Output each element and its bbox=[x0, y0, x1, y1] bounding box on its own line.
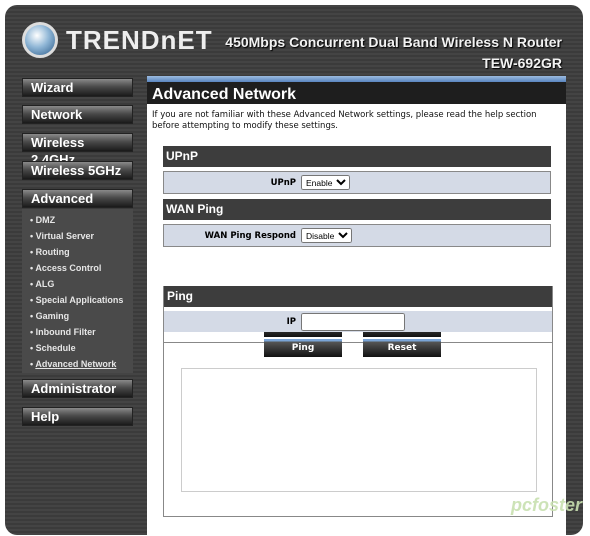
globe-icon bbox=[22, 22, 58, 58]
upnp-select[interactable]: Enable bbox=[301, 175, 350, 190]
submenu-special-applications[interactable]: Special Applications bbox=[22, 292, 133, 308]
submenu-advanced-network[interactable]: Advanced Network bbox=[22, 356, 133, 372]
model-number: TEW-692GR bbox=[482, 55, 562, 71]
ping-output[interactable] bbox=[181, 368, 537, 492]
wan-ping-select[interactable]: Disable bbox=[301, 228, 352, 243]
submenu-alg[interactable]: ALG bbox=[22, 276, 133, 292]
ping-button[interactable]: Ping bbox=[264, 339, 342, 357]
page-title: Advanced Network bbox=[147, 82, 566, 104]
ping-section: Ping IP Ping Reset bbox=[163, 286, 553, 517]
submenu-schedule[interactable]: Schedule bbox=[22, 340, 133, 356]
nav-wizard[interactable]: Wizard bbox=[22, 78, 133, 97]
product-name: 450Mbps Concurrent Dual Band Wireless N … bbox=[225, 34, 562, 50]
ping-reset-button[interactable]: Reset bbox=[363, 339, 441, 357]
ping-header: Ping bbox=[164, 286, 552, 307]
nav-network[interactable]: Network bbox=[22, 105, 133, 124]
nav-help[interactable]: Help bbox=[22, 407, 133, 426]
ip-input[interactable] bbox=[301, 312, 405, 331]
intro-text: If you are not familiar with these Advan… bbox=[152, 110, 537, 131]
product-header: 450Mbps Concurrent Dual Band Wireless N … bbox=[225, 32, 562, 74]
ip-label: IP bbox=[286, 316, 296, 327]
submenu-gaming[interactable]: Gaming bbox=[22, 308, 133, 324]
wan-ping-section: WAN Ping WAN Ping Respond Disable bbox=[163, 199, 551, 247]
submenu-dmz[interactable]: DMZ bbox=[22, 212, 133, 228]
content-panel: Advanced Network If you are not familiar… bbox=[147, 76, 566, 536]
nav-advanced[interactable]: Advanced bbox=[22, 189, 133, 208]
advanced-submenu: DMZ Virtual Server Routing Access Contro… bbox=[22, 209, 133, 373]
upnp-header: UPnP bbox=[163, 146, 551, 167]
upnp-label: UPnP bbox=[270, 177, 296, 188]
upnp-section: UPnP UPnP Enable bbox=[163, 146, 551, 194]
nav-wireless-5[interactable]: Wireless 5GHz bbox=[22, 161, 133, 180]
trendnet-logo: TRENDnET bbox=[22, 22, 213, 58]
submenu-routing[interactable]: Routing bbox=[22, 244, 133, 260]
submenu-inbound-filter[interactable]: Inbound Filter bbox=[22, 324, 133, 340]
wan-ping-header: WAN Ping bbox=[163, 199, 551, 220]
wan-ping-label: WAN Ping Respond bbox=[204, 230, 296, 241]
submenu-virtual-server[interactable]: Virtual Server bbox=[22, 228, 133, 244]
submenu-access-control[interactable]: Access Control bbox=[22, 260, 133, 276]
nav-administrator[interactable]: Administrator bbox=[22, 379, 133, 398]
watermark: pcfoster bbox=[510, 495, 582, 515]
nav-wireless-24[interactable]: Wireless 2.4GHz bbox=[22, 133, 133, 167]
